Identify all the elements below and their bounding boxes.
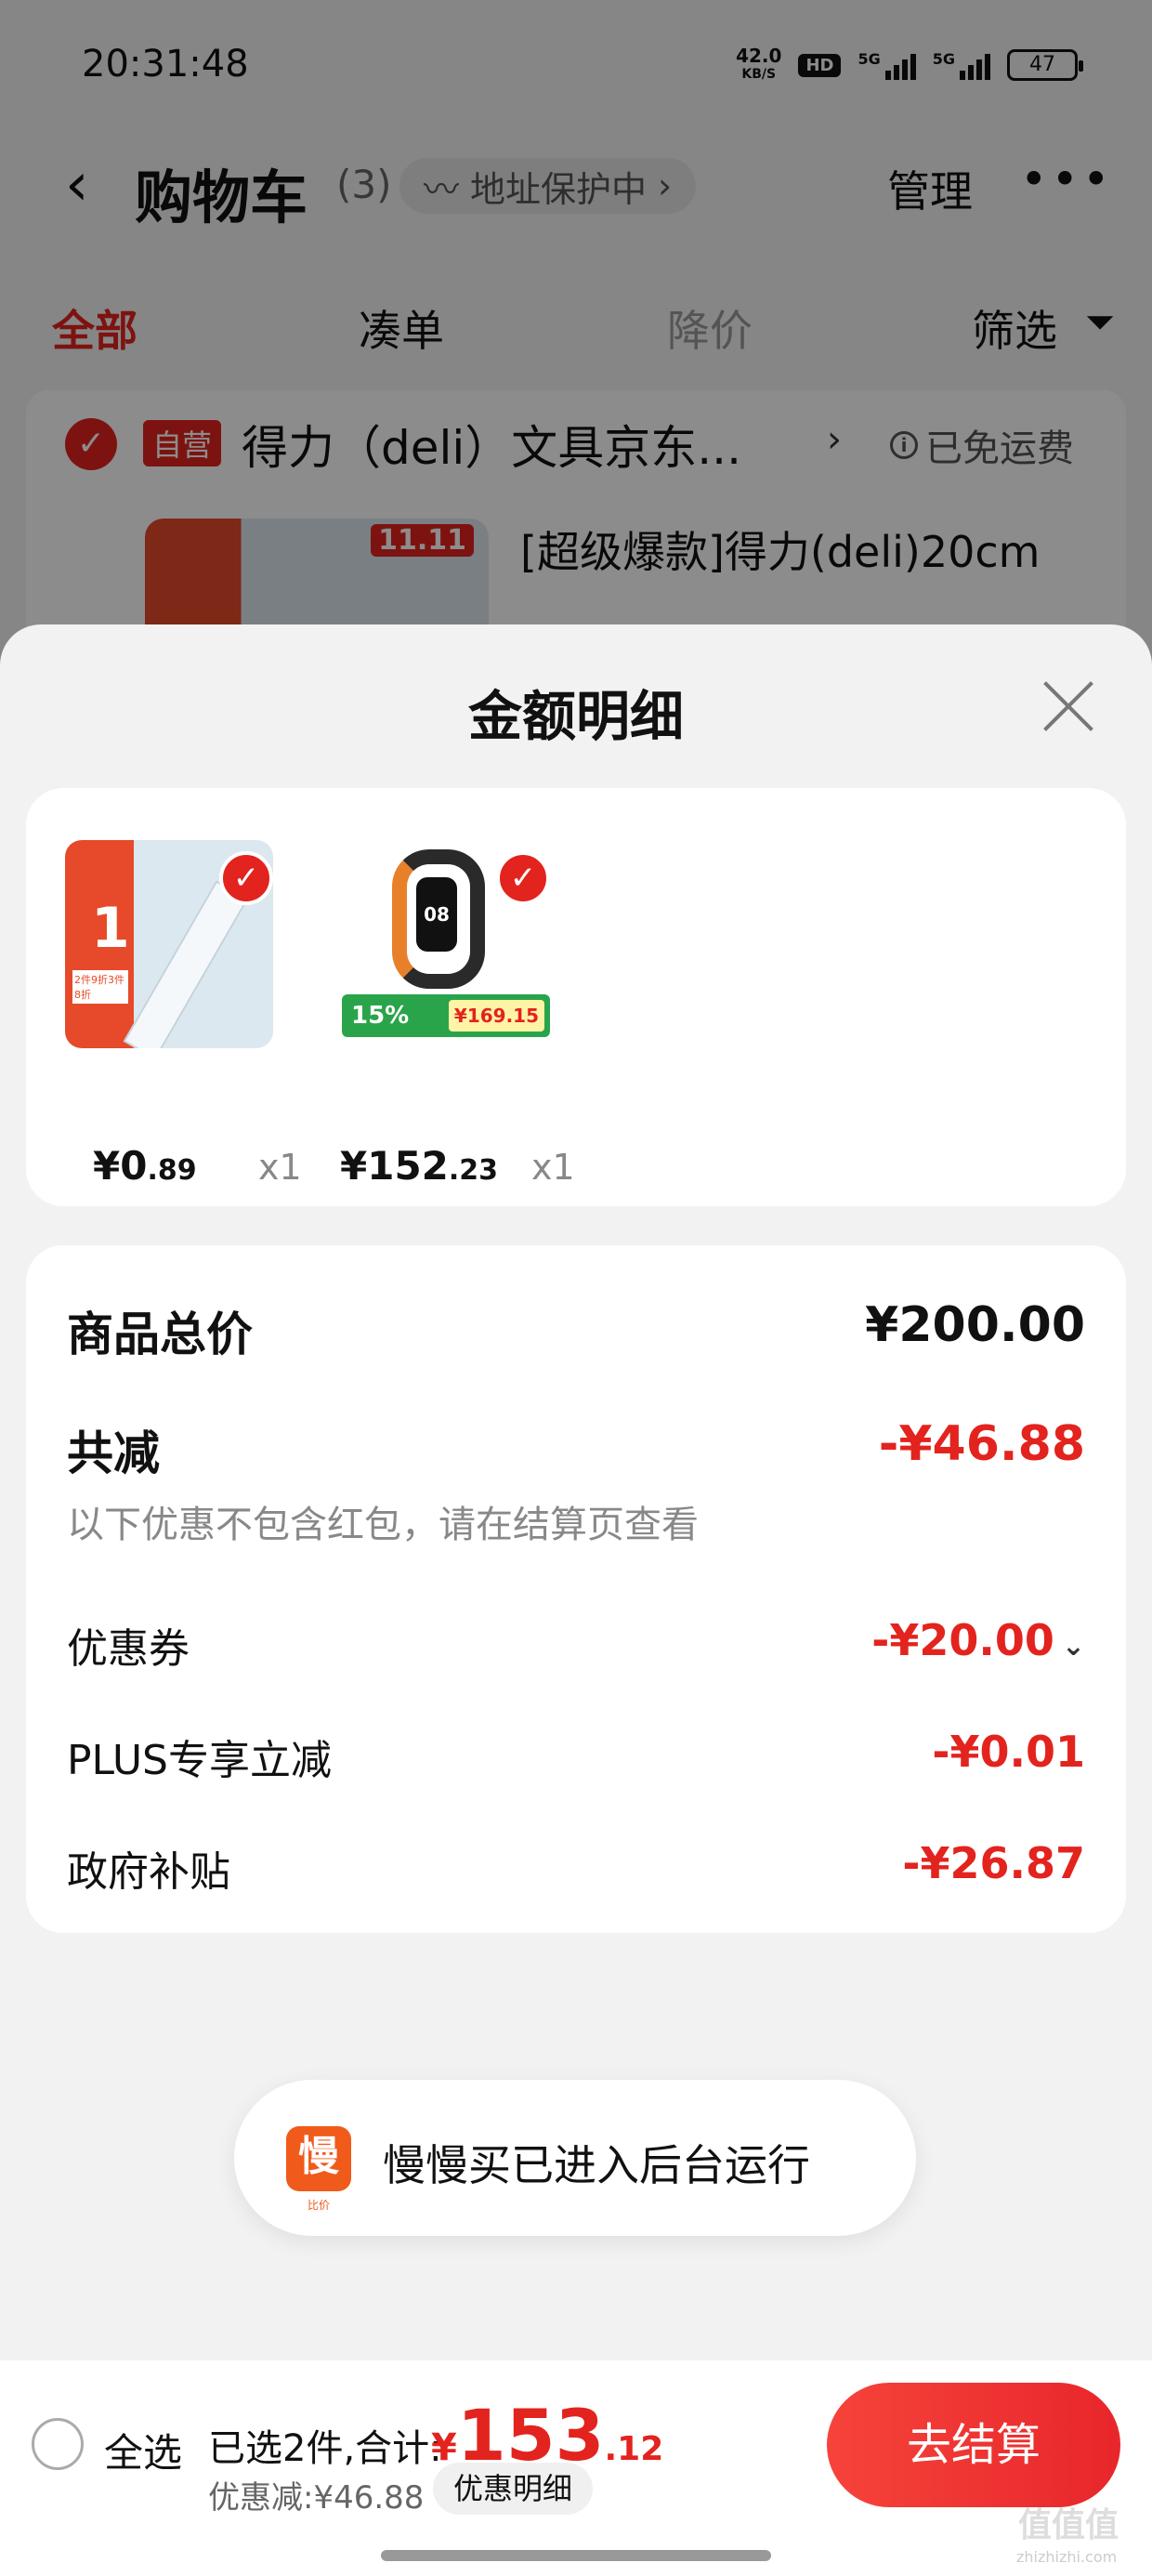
- home-indicator[interactable]: [381, 2550, 771, 2561]
- checkout-bar: 全选 已选2件,合计: ¥153.12 优惠减:¥46.88 优惠明细 去结算: [0, 2360, 1152, 2576]
- close-icon[interactable]: [1039, 675, 1098, 734]
- goods-total-row: 商品总价 ¥200.00: [67, 1297, 1085, 1362]
- discount-total-label: 共减: [67, 1426, 160, 1480]
- item-quantity: x1: [531, 1147, 575, 1188]
- select-all-checkbox[interactable]: [32, 2418, 84, 2470]
- item-quantity: x1: [258, 1147, 302, 1188]
- selected-check-icon[interactable]: ✓: [219, 851, 273, 905]
- item-price: ¥0.89: [93, 1143, 197, 1189]
- discount-detail-button[interactable]: 优惠明细: [433, 2463, 594, 2515]
- toast-message: 慢慢买已进入后台运行: [383, 2140, 810, 2190]
- dim-overlay[interactable]: [0, 0, 1152, 669]
- app-logo: 慢: [286, 2126, 351, 2191]
- chevron-down-icon[interactable]: ⌄: [1062, 1630, 1085, 1663]
- discount-amount: 优惠减:¥46.88: [208, 2479, 425, 2517]
- goods-total-label: 商品总价: [67, 1308, 253, 1361]
- checkout-button[interactable]: 去结算: [827, 2383, 1120, 2507]
- selected-check-icon[interactable]: ✓: [496, 851, 550, 905]
- amount-detail-sheet: 金额明细 1 2件9折3件8折 ✓ ¥0.89 x1 08 15% ¥169.1…: [0, 624, 1152, 2576]
- goods-total-value: ¥200.00: [865, 1297, 1085, 1353]
- discount-note: 以下优惠不包含红包，请在结算页查看: [67, 1504, 699, 1546]
- watermark: 值值值: [1018, 2506, 1119, 2544]
- selected-count: 已选2件,合计:: [208, 2427, 442, 2470]
- plus-discount-row: PLUS专享立减 -¥0.01: [67, 1727, 1085, 1784]
- item-price: ¥152.23: [340, 1143, 499, 1189]
- price-summary-card: 商品总价 ¥200.00 共减 -¥46.88 以下优惠不包含红包，请在结算页查…: [26, 1245, 1126, 1933]
- selected-items-card: 1 2件9折3件8折 ✓ ¥0.89 x1 08 15% ¥169.15 ✓ ¥…: [26, 788, 1126, 1206]
- gov-subsidy-row: 政府补贴 -¥26.87: [67, 1838, 1085, 1896]
- background-run-toast: 慢 比价 慢慢买已进入后台运行: [234, 2080, 916, 2236]
- watermark-url: zhizhizhi.com: [1016, 2548, 1118, 2566]
- discount-total-row: 共减 -¥46.88: [67, 1416, 1085, 1481]
- discount-total-value: -¥46.88: [878, 1416, 1085, 1472]
- sheet-title: 金额明细: [467, 685, 684, 748]
- coupon-row[interactable]: 优惠券 -¥20.00 ⌄: [67, 1615, 1085, 1680]
- select-all-label[interactable]: 全选: [104, 2422, 182, 2478]
